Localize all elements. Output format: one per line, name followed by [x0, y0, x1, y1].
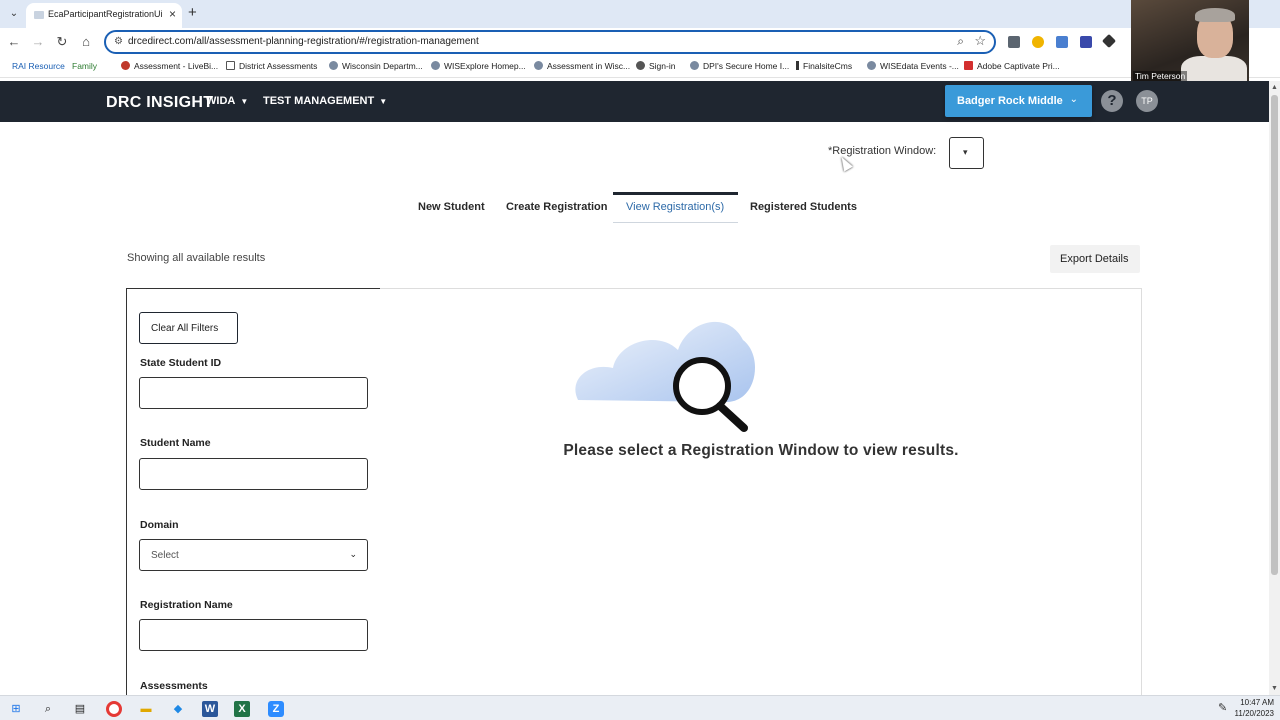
webcam-name: Tim Peterson — [1133, 71, 1188, 81]
mouse-cursor-icon — [837, 154, 853, 172]
registration-name-label: Registration Name — [140, 599, 233, 611]
tab-search-icon[interactable]: ⌄ — [6, 6, 22, 22]
active-tab-indicator — [613, 192, 738, 195]
tab-new-student[interactable]: New Student — [418, 201, 485, 213]
zoom-icon[interactable]: ⌕ — [957, 34, 964, 49]
domain-select[interactable]: Select ⌄ — [139, 539, 368, 571]
empty-results-message: Please select a Registration Window to v… — [563, 442, 959, 459]
tab-create-registration[interactable]: Create Registration — [506, 201, 607, 213]
clock-time: 10:47 AM — [1240, 698, 1274, 707]
tab-title: EcaParticipantRegistrationUi — [48, 9, 163, 19]
browser-tab[interactable]: EcaParticipantRegistrationUi × — [26, 3, 182, 28]
bookmarks-bar: RAI Resource Family Assessment - LiveBi.… — [0, 56, 1280, 78]
forward-icon[interactable]: → — [30, 34, 46, 50]
bookmark-item[interactable]: Adobe Captivate Pri... — [964, 61, 1060, 71]
reload-icon[interactable]: ↻ — [54, 34, 70, 50]
registration-window-select[interactable]: ▾ — [949, 137, 984, 169]
windows-start-icon[interactable]: ⊞ — [8, 701, 24, 717]
bookmark-star-icon[interactable]: ☆ — [974, 33, 986, 49]
chrome-icon[interactable] — [106, 701, 122, 717]
tab-registered-students[interactable]: Registered Students — [750, 201, 857, 213]
task-view-icon[interactable]: ▤ — [72, 701, 88, 717]
clear-all-filters-label: Clear All Filters — [151, 323, 219, 334]
domain-select-value: Select — [151, 550, 179, 561]
chevron-down-icon: ⌄ — [1069, 94, 1078, 105]
system-clock[interactable]: 10:47 AM 11/20/2023 — [1235, 697, 1274, 719]
translate-icon[interactable] — [1056, 36, 1068, 48]
student-name-input[interactable] — [139, 458, 368, 490]
os-taskbar: ⊞ ⌕ ▤ ▬ ◆ W X Z ✎ 10:47 AM 11/20/2023 — [0, 695, 1280, 720]
results-panel — [380, 288, 1142, 708]
url-text: drcedirect.com/all/assessment-planning-r… — [128, 36, 479, 47]
caret-down-icon: ▼ — [240, 97, 249, 106]
bookmark-item[interactable]: RAI Resource — [12, 61, 65, 71]
org-name: Badger Rock Middle — [957, 95, 1063, 107]
bookmark-item[interactable]: Assessment in Wisc... — [534, 61, 630, 71]
file-explorer-icon[interactable]: ▬ — [138, 701, 154, 717]
address-bar[interactable]: ⚙ drcedirect.com/all/assessment-planning… — [104, 30, 996, 54]
state-student-id-label: State Student ID — [140, 357, 222, 369]
drive-icon[interactable] — [1032, 36, 1044, 48]
bookmark-item[interactable]: Sign-in — [636, 61, 675, 71]
favicon-icon — [34, 11, 44, 19]
extension-icon[interactable] — [1008, 36, 1020, 48]
bookmark-item[interactable]: Family — [72, 61, 97, 71]
results-summary: Showing all available results — [127, 252, 266, 264]
back-icon[interactable]: ← — [6, 34, 22, 50]
bookmark-item[interactable]: Wisconsin Departm... — [329, 61, 423, 71]
test-management-menu[interactable]: TEST MANAGEMENT ▼ — [263, 95, 387, 107]
wida-menu[interactable]: WIDA ▼ — [206, 95, 248, 107]
bookmark-folder[interactable]: District Assessments — [226, 61, 317, 71]
site-info-icon[interactable]: ⚙ — [114, 36, 123, 47]
browser-tabstrip: ⌄ EcaParticipantRegistrationUi × + — [0, 0, 1280, 28]
page-tabs: New Student Create Registration View Reg… — [0, 192, 1269, 222]
cloud-search-illustration — [575, 321, 755, 432]
clear-all-filters-button[interactable]: Clear All Filters — [139, 312, 238, 344]
chevron-down-icon: ⌄ — [349, 549, 357, 559]
domain-label: Domain — [140, 519, 179, 531]
scroll-down-icon[interactable]: ▼ — [1271, 685, 1278, 692]
browser-toolbar: ← → ↻ ⌂ ⚙ drcedirect.com/all/assessment-… — [0, 28, 1280, 56]
drc-insight-logo[interactable]: DRC INSIGHT — [106, 94, 213, 112]
student-name-label: Student Name — [140, 437, 211, 449]
scroll-up-icon[interactable]: ▲ — [1271, 84, 1278, 91]
home-icon[interactable]: ⌂ — [78, 34, 94, 50]
scrollbar-thumb[interactable] — [1271, 95, 1278, 575]
close-tab-icon[interactable]: × — [169, 7, 176, 21]
assessments-label: Assessments — [140, 680, 208, 692]
state-student-id-input[interactable] — [139, 377, 368, 409]
edge-icon[interactable]: ◆ — [170, 701, 186, 717]
user-avatar[interactable]: TP — [1136, 90, 1158, 112]
bookmark-item[interactable]: Assessment - LiveBi... — [121, 61, 218, 71]
search-icon[interactable]: ⌕ — [40, 701, 56, 717]
word-icon[interactable]: W — [202, 701, 218, 717]
registration-name-input[interactable] — [139, 619, 368, 651]
org-selector-button[interactable]: Badger Rock Middle ⌄ — [945, 85, 1092, 117]
pen-icon[interactable] — [1101, 33, 1117, 49]
active-tab-underline — [613, 222, 738, 223]
tab-view-registrations[interactable]: View Registration(s) — [626, 201, 724, 213]
help-icon[interactable]: ? — [1101, 90, 1123, 112]
caret-down-icon: ▼ — [379, 97, 388, 106]
magnifier-handle — [716, 402, 748, 432]
person-hair — [1195, 8, 1235, 22]
reader-icon[interactable] — [1080, 36, 1092, 48]
page-scrollbar[interactable]: ▲ ▼ — [1269, 81, 1280, 695]
bookmark-item[interactable]: WISEdata Events -... — [867, 61, 959, 71]
pen-menu-icon[interactable]: ✎ — [1218, 701, 1227, 714]
chevron-down-icon: ▾ — [963, 147, 968, 157]
bookmark-item[interactable]: DPI's Secure Home I... — [690, 61, 789, 71]
zoom-app-icon[interactable]: Z — [268, 701, 284, 717]
clock-date: 11/20/2023 — [1234, 709, 1274, 718]
bookmark-item[interactable]: WISExplore Homep... — [431, 61, 526, 71]
export-details-button[interactable]: Export Details — [1050, 245, 1140, 273]
person-body — [1181, 56, 1247, 84]
export-details-label: Export Details — [1060, 253, 1129, 265]
new-tab-icon[interactable]: + — [188, 4, 197, 21]
excel-icon[interactable]: X — [234, 701, 250, 717]
webcam-video: Tim Peterson — [1131, 0, 1249, 84]
bookmark-item[interactable]: FinalsiteCms — [796, 61, 852, 71]
